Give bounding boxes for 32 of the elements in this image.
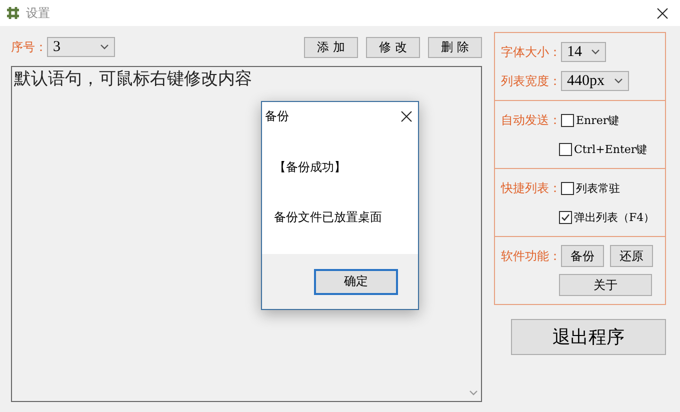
window-title: 设置 bbox=[26, 4, 50, 22]
toolbar-button[interactable]: 修 改 bbox=[366, 36, 420, 58]
checkbox[interactable]: Enrer键 bbox=[561, 112, 620, 128]
toolbar-button[interactable]: 删 除 bbox=[428, 36, 482, 58]
checkbox[interactable]: 列表常驻 bbox=[561, 180, 620, 196]
checkmark-icon bbox=[561, 212, 570, 222]
font-size-dropdown[interactable]: 14 bbox=[561, 42, 606, 62]
index-label: 序号： bbox=[11, 38, 47, 56]
setting-label: 快捷列表： bbox=[501, 180, 561, 196]
dialog-message: 备份文件已放置桌面 bbox=[273, 209, 383, 226]
close-icon[interactable] bbox=[401, 111, 412, 122]
chevron-down-icon bbox=[614, 78, 623, 84]
toolbar-button[interactable]: 添 加 bbox=[304, 36, 358, 58]
chevron-down-icon bbox=[591, 49, 600, 55]
dialog-heading: 【备份成功】 bbox=[273, 159, 347, 176]
dialog-title: 备份 bbox=[265, 108, 289, 125]
ok-button[interactable]: 确定 bbox=[314, 268, 398, 294]
setting-label: 列表宽度： bbox=[501, 72, 561, 90]
setting-label: 软件功能： bbox=[501, 248, 561, 264]
list-width-dropdown[interactable]: 440px bbox=[561, 71, 629, 91]
exit-button[interactable]: 退出程序 bbox=[511, 319, 666, 355]
function-button[interactable]: 还原 bbox=[610, 245, 653, 267]
function-button[interactable]: 备份 bbox=[561, 245, 604, 267]
index-dropdown[interactable]: 3 bbox=[47, 37, 115, 57]
app-icon bbox=[6, 6, 20, 20]
setting-label: 字体大小： bbox=[501, 44, 561, 60]
chevron-down-icon bbox=[100, 44, 109, 50]
about-button[interactable]: 关于 bbox=[559, 274, 652, 296]
checkbox[interactable]: 弹出列表（F4） bbox=[559, 210, 655, 224]
setting-label: 自动发送： bbox=[501, 112, 561, 128]
close-icon[interactable] bbox=[657, 8, 668, 18]
checkbox[interactable]: Ctrl+Enter键 bbox=[559, 142, 648, 156]
